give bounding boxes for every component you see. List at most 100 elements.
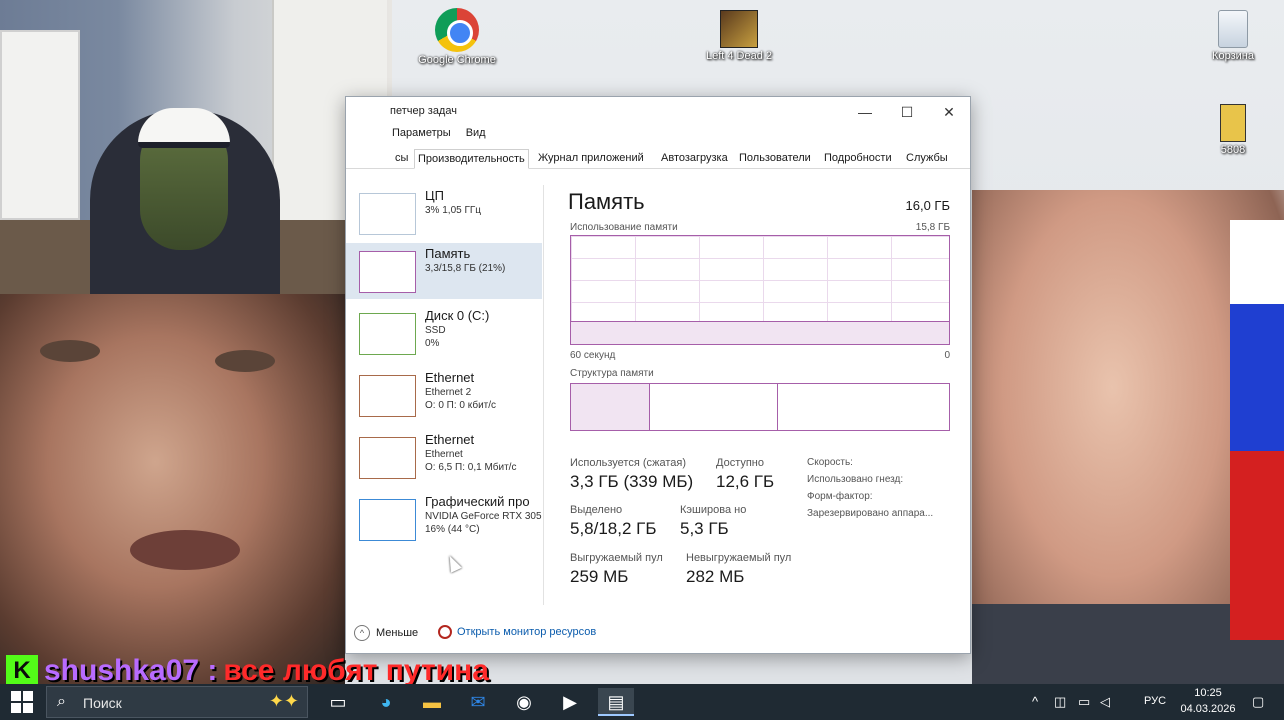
notifications-icon[interactable]: ▢ [1252, 694, 1264, 710]
tab-app-history[interactable]: Журнал приложений [535, 149, 647, 169]
desktop-icon-label: Google Chrome [418, 54, 496, 66]
memory-composition-bar [570, 383, 950, 431]
title-bar[interactable]: петчер задач — ☐ ✕ [346, 97, 970, 127]
minimize-button[interactable]: — [844, 99, 886, 125]
resource-monitor-label: Открыть монитор ресурсов [457, 626, 597, 638]
sidebar-item-detail: Ethernet [425, 449, 463, 460]
ethernet-thumbnail [359, 437, 416, 479]
sidebar-item-detail: NVIDIA GeForce RTX 305 [425, 511, 542, 522]
performance-sidebar: ЦП 3% 1,05 ГГц Память 3,3/15,8 ГБ (21%) … [346, 185, 544, 605]
photo-detail [215, 350, 275, 372]
search-highlight-icon: ✦✦ [268, 691, 299, 711]
open-resource-monitor-link[interactable]: Открыть монитор ресурсов [438, 625, 596, 639]
chevron-up-icon[interactable]: ^ [1032, 694, 1038, 709]
search-placeholder: Поиск [83, 695, 122, 711]
menu-bar: Параметры Вид [392, 127, 498, 147]
tab-bar: сы Производительность Журнал приложений … [346, 147, 970, 169]
taskbar: ⌕ Поиск ✦✦ ▭ ◕ ▬ ✉ ◉ ▶ ▤ ^ ◫ ▭ ◁ РУС 10:… [0, 684, 1284, 720]
chevron-up-icon: ^ [354, 625, 370, 641]
desktop-icon-recycle-bin[interactable]: Корзина [1188, 10, 1278, 62]
prop-label: Скорость: [807, 457, 853, 468]
chat-overlay: K shushka07 : все любят путина [6, 654, 489, 688]
composition-divider [777, 384, 778, 430]
photo-detail [40, 340, 100, 362]
tab-processes[interactable]: сы [392, 149, 411, 169]
prop-label: Форм-фактор: [807, 491, 873, 502]
sidebar-item-cpu[interactable]: ЦП 3% 1,05 ГГц [346, 185, 542, 241]
tab-performance[interactable]: Производительность [414, 149, 529, 169]
sidebar-item-detail: 0% [425, 338, 440, 349]
sidebar-item-name: Диск 0 (C:) [425, 308, 490, 323]
sidebar-item-detail: О: 6,5 П: 0,1 Мбит/с [425, 462, 517, 473]
chat-username: shushka07 : [44, 654, 218, 687]
stat-label: Невыгружаемый пул [686, 552, 792, 564]
fewer-details-button[interactable]: ^ Меньше [354, 625, 418, 641]
clock-time[interactable]: 10:25 [1176, 687, 1240, 699]
sidebar-item-detail: 3,3/15,8 ГБ (21%) [425, 263, 506, 274]
menu-item-view[interactable]: Вид [466, 127, 486, 139]
search-icon: ⌕ [57, 693, 66, 710]
file-icon [1220, 104, 1246, 142]
menu-item-parameters[interactable]: Параметры [392, 127, 451, 139]
kick-logo-icon: K [6, 655, 38, 687]
file-explorer-icon[interactable]: ▬ [414, 688, 450, 716]
windows-logo-icon [23, 691, 33, 701]
memory-panel: Память 16,0 ГБ Использование памяти 15,8… [568, 185, 952, 605]
background-photo-left [0, 280, 345, 684]
sidebar-item-name: Ethernet [425, 370, 475, 385]
tab-users[interactable]: Пользователи [736, 149, 814, 169]
close-button[interactable]: ✕ [928, 99, 970, 125]
desktop-icon-left4dead2[interactable]: Left 4 Dead 2 [694, 10, 784, 62]
sidebar-item-ethernet[interactable]: Ethernet Ethernet О: 6,5 П: 0,1 Мбит/с [346, 429, 542, 485]
maximize-button[interactable]: ☐ [886, 99, 928, 125]
edge-icon[interactable]: ◕ [368, 688, 404, 716]
volume-icon[interactable]: ◁ [1100, 694, 1110, 710]
sidebar-item-memory[interactable]: Память 3,3/15,8 ГБ (21%) [346, 243, 542, 299]
tab-services[interactable]: Службы [903, 149, 951, 169]
taskbar-search[interactable]: ⌕ Поиск ✦✦ [46, 686, 308, 718]
webcam-door [0, 30, 80, 220]
resource-monitor-icon [438, 625, 452, 639]
clock-date[interactable]: 04.03.2026 [1176, 703, 1240, 715]
desktop-icon-5808[interactable]: 5808 [1188, 104, 1278, 156]
stat-value: 3,3 ГБ (339 МБ) [570, 472, 694, 491]
stat-value: 5,8/18,2 ГБ [570, 519, 657, 538]
tab-startup[interactable]: Автозагрузка [658, 149, 731, 169]
sidebar-item-name: Ethernet [425, 432, 475, 447]
start-button[interactable] [6, 690, 38, 714]
webcam-overlay [0, 0, 392, 294]
sidebar-item-detail: SSD [425, 325, 446, 336]
windows-logo-icon [11, 703, 21, 713]
desktop-icon-chrome[interactable]: Google Chrome [412, 8, 502, 66]
tab-details[interactable]: Подробности [821, 149, 895, 169]
game-icon [720, 10, 758, 48]
outlook-icon[interactable]: ✉ [460, 688, 496, 716]
stat-value: 282 МБ [686, 567, 745, 586]
stat-label: Выгружаемый пул [570, 552, 663, 564]
axis-right-label: 0 [944, 350, 950, 361]
desktop-icon-label: 5808 [1220, 144, 1246, 156]
stat-value: 259 МБ [570, 567, 629, 586]
window-footer: ^ Меньше Открыть монитор ресурсов [346, 617, 970, 651]
windows-logo-icon [23, 703, 33, 713]
stat-value: 12,6 ГБ [716, 472, 775, 491]
chat-message: все любят путина [223, 654, 489, 687]
obs-icon[interactable]: ◉ [506, 688, 542, 716]
photo-detail [130, 530, 240, 570]
composition-in-use [571, 384, 651, 430]
sidebar-item-ethernet-2[interactable]: Ethernet Ethernet 2 О: 0 П: 0 кбит/с [346, 367, 542, 423]
memory-usage-fill [571, 321, 949, 344]
task-view-icon[interactable]: ▭ [320, 688, 356, 716]
language-indicator[interactable]: РУС [1144, 695, 1166, 707]
desktop-icon-label: Left 4 Dead 2 [705, 50, 773, 62]
sidebar-item-gpu[interactable]: Графический про NVIDIA GeForce RTX 305 1… [346, 491, 542, 547]
window-title: петчер задач [390, 105, 457, 117]
sidebar-item-detail: Ethernet 2 [425, 387, 472, 398]
task-manager-icon[interactable]: ▤ [598, 688, 634, 716]
sidebar-item-name: ЦП [425, 188, 444, 203]
camera-icon[interactable]: ◫ [1054, 694, 1066, 710]
network-icon[interactable]: ▭ [1078, 694, 1090, 710]
chrome-icon [435, 8, 479, 52]
sidebar-item-disk[interactable]: Диск 0 (C:) SSD 0% [346, 305, 542, 361]
media-player-icon[interactable]: ▶ [552, 688, 588, 716]
